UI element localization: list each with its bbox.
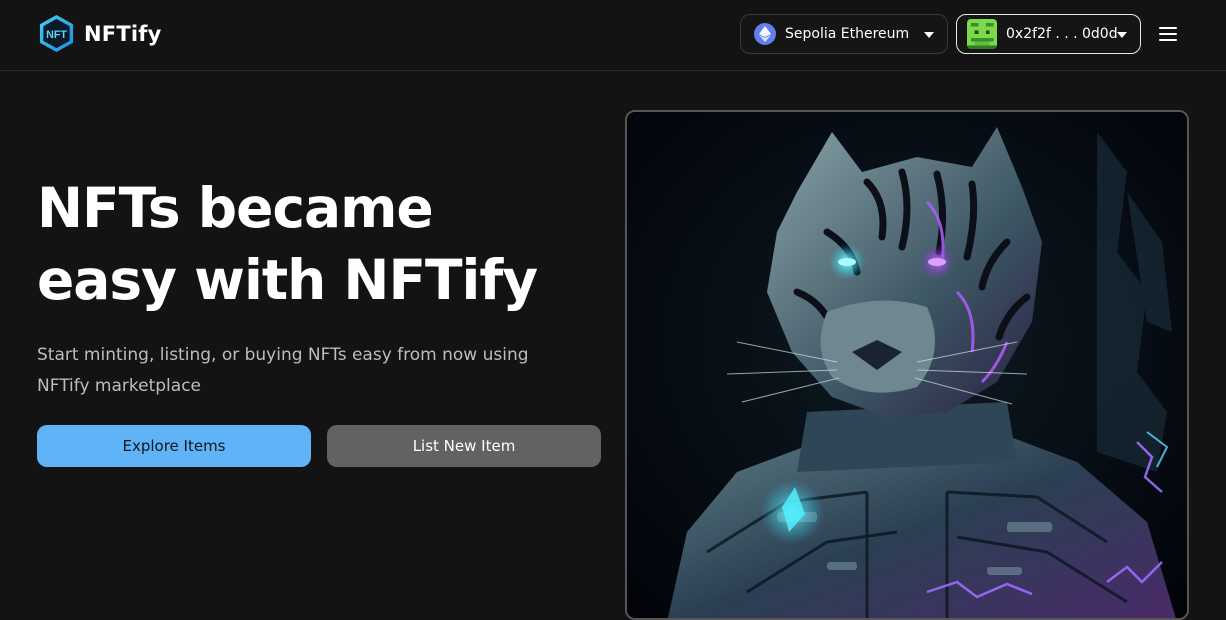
- nft-hexagon-logo-icon: NFT: [39, 14, 74, 53]
- network-label: Sepolia Ethereum: [785, 26, 910, 42]
- featured-nft-artwork[interactable]: [625, 110, 1189, 620]
- cyber-tiger-illustration: [627, 112, 1187, 618]
- hero-subtitle-line-2: NFTify marketplace: [37, 376, 201, 396]
- hamburger-menu-icon[interactable]: [1157, 24, 1179, 44]
- account-selector[interactable]: 0x2f2f . . . 0d0d: [956, 14, 1141, 54]
- hero-subtitle-line-1: Start minting, listing, or buying NFTs e…: [37, 345, 529, 365]
- pixel-avatar-icon: [967, 19, 997, 49]
- wallet-address: 0x2f2f . . . 0d0d: [1006, 26, 1118, 42]
- ethereum-icon: [754, 23, 776, 45]
- chevron-down-icon: [924, 32, 934, 38]
- app-name: NFTify: [84, 21, 162, 46]
- hero-title: NFTs became easy with NFTify: [37, 172, 597, 316]
- hero-title-line-2: easy with NFTify: [37, 248, 538, 312]
- hero-subtitle: Start minting, listing, or buying NFTs e…: [37, 340, 597, 402]
- hero-title-line-1: NFTs became: [37, 176, 434, 240]
- list-new-item-button[interactable]: List New Item: [327, 425, 601, 467]
- network-selector[interactable]: Sepolia Ethereum: [740, 14, 948, 54]
- explore-items-button[interactable]: Explore Items: [37, 425, 311, 467]
- top-navbar: NFT NFTify Sepolia Ethereum 0x2f2f . . .…: [0, 0, 1226, 71]
- logo[interactable]: NFT NFTify: [37, 14, 161, 53]
- logo-badge-text: NFT: [46, 29, 67, 41]
- chevron-down-icon: [1117, 32, 1127, 38]
